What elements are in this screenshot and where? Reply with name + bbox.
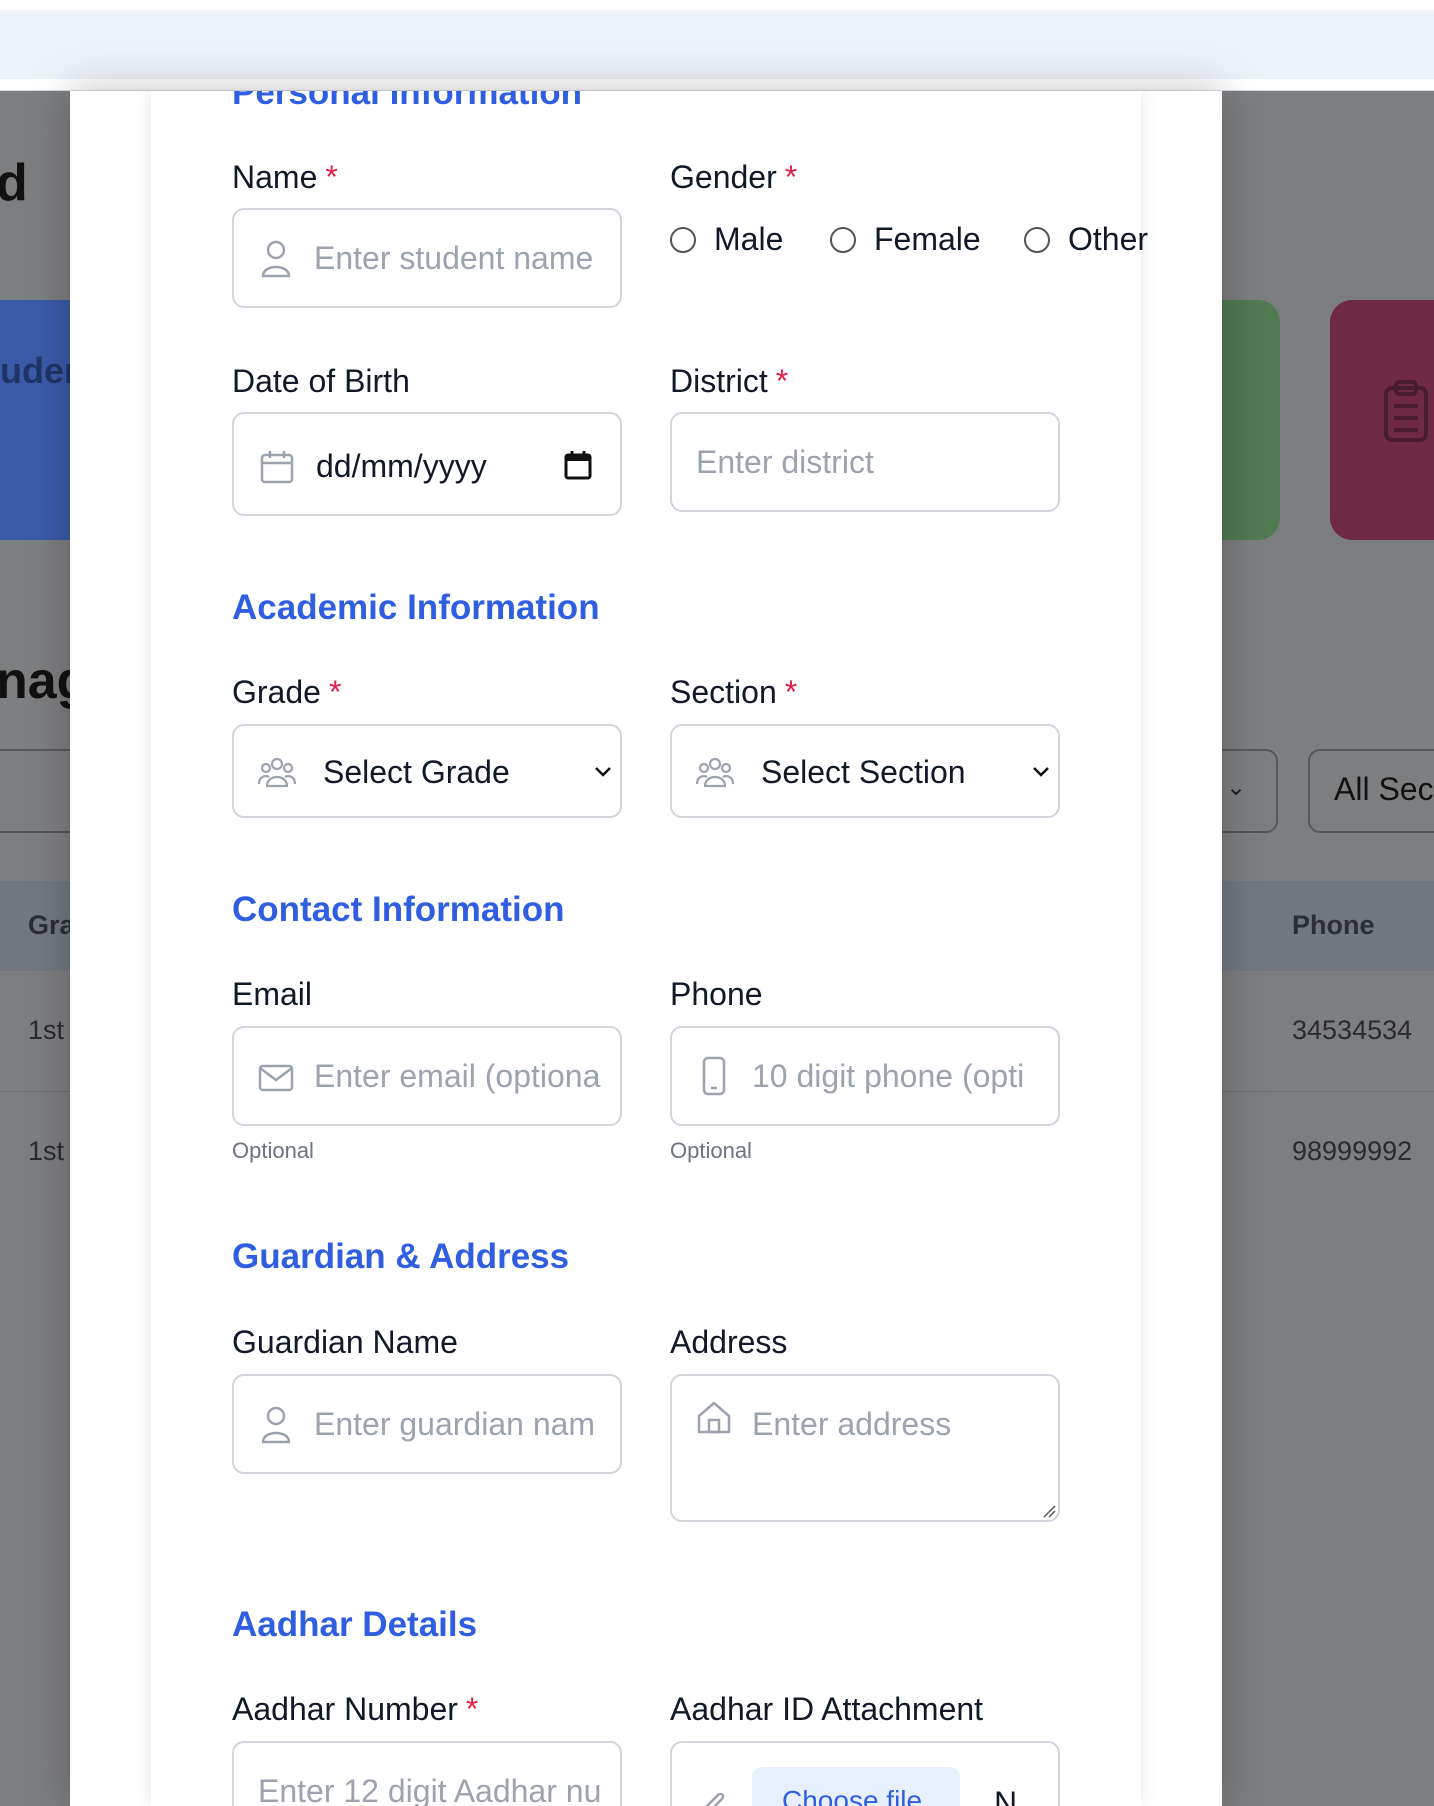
user-icon (261, 1406, 291, 1444)
bg-cell-grade: 1st (28, 1136, 65, 1166)
email-hint: Optional (232, 1138, 314, 1163)
email-placeholder: Enter email (optiona (314, 1058, 601, 1094)
bg-cell-phone: 34534534 (1292, 1015, 1413, 1045)
gender-radio-male[interactable]: Male (670, 221, 783, 258)
phone-icon (702, 1056, 726, 1096)
aadhar-attachment-input[interactable]: Choose file N (670, 1741, 1060, 1806)
section-title-academic: Academic Information (232, 588, 600, 627)
bg-section-filter-label: All Sec (1334, 771, 1434, 807)
address-textarea[interactable]: Enter address (670, 1374, 1060, 1522)
top-bar-inner (0, 10, 1434, 79)
grade-select[interactable]: Select Grade (232, 724, 622, 818)
phone-hint: Optional (670, 1138, 752, 1163)
gender-radio-other[interactable]: Other (1024, 221, 1148, 258)
users-icon (258, 757, 296, 788)
phone-label: Phone (670, 976, 763, 1012)
bg-cell-grade: 1st (28, 1015, 65, 1045)
guardian-name-input[interactable]: Enter guardian nam (232, 1374, 622, 1474)
district-input[interactable]: Enter district (670, 412, 1060, 512)
section-title-guardian: Guardian & Address (232, 1237, 570, 1276)
name-label: Name * (232, 159, 338, 195)
resize-handle-icon[interactable] (1042, 1504, 1056, 1518)
aadhar-number-placeholder: Enter 12 digit Aadhar nu (258, 1773, 602, 1806)
clipboard-icon (1384, 380, 1428, 442)
add-student-modal: Personal Information Name * Enter student… (70, 91, 1222, 1806)
bg-header-phone: Phone (1292, 910, 1375, 940)
grade-select-value: Select Grade (323, 754, 510, 790)
guardian-name-placeholder: Enter guardian nam (314, 1406, 596, 1442)
aadhar-number-input[interactable]: Enter 12 digit Aadhar nu (232, 1741, 622, 1806)
phone-input[interactable]: 10 digit phone (opti (670, 1026, 1060, 1126)
dob-input[interactable]: dd/mm/yyyy (232, 412, 622, 516)
calendar-picker-icon[interactable] (564, 450, 592, 480)
dob-label: Date of Birth (232, 363, 410, 399)
section-title-contact: Contact Information (232, 890, 565, 929)
grade-label: Grade * (232, 674, 342, 710)
bg-page-title: d (0, 154, 28, 212)
section-select[interactable]: Select Section (670, 724, 1060, 818)
bg-stat-label: uder (0, 350, 79, 391)
chevron-down-icon (595, 767, 611, 777)
phone-placeholder: 10 digit phone (opti (752, 1058, 1025, 1094)
address-label: Address (670, 1324, 788, 1360)
guardian-name-label: Guardian Name (232, 1324, 458, 1360)
top-bar (0, 0, 1434, 91)
bg-header-grade: Gra (28, 910, 75, 940)
choose-file-label: Choose file (782, 1785, 923, 1806)
aadhar-attachment-label: Aadhar ID Attachment (670, 1691, 984, 1727)
aadhar-number-label: Aadhar Number * (232, 1691, 479, 1727)
user-icon (261, 240, 291, 278)
gender-radio-female[interactable]: Female (830, 221, 981, 258)
bg-cell-phone: 98999992 (1292, 1136, 1413, 1166)
paperclip-icon (705, 1793, 725, 1806)
district-placeholder: Enter district (696, 444, 874, 480)
dob-value: dd/mm/yyyy (316, 448, 487, 484)
section-title-personal: Personal Information (232, 91, 583, 112)
section-title-aadhar: Aadhar Details (232, 1605, 478, 1644)
student-name-input[interactable]: Enter student name (232, 208, 622, 308)
address-placeholder: Enter address (752, 1406, 952, 1442)
calendar-icon (260, 451, 294, 484)
email-input[interactable]: Enter email (optiona (232, 1026, 622, 1126)
choose-file-button[interactable]: Choose file (752, 1767, 960, 1806)
radio-circle (1024, 226, 1050, 253)
section-label: Section * (670, 674, 798, 710)
chevron-down-icon: ⌄ (1226, 774, 1247, 801)
radio-circle (830, 226, 856, 253)
email-label: Email (232, 976, 313, 1012)
no-file-chosen-text: N (994, 1785, 1018, 1806)
mail-icon (258, 1064, 294, 1092)
chevron-down-icon (1033, 767, 1049, 777)
name-placeholder: Enter student name (314, 240, 594, 276)
bg-stat-card-pink (1330, 300, 1434, 540)
gender-label: Gender * (670, 159, 798, 195)
section-select-value: Select Section (761, 754, 966, 790)
users-icon (696, 757, 734, 788)
bg-section-filter: All Sec (1308, 749, 1434, 833)
home-icon (697, 1401, 731, 1434)
radio-circle (670, 226, 696, 253)
student-form: Personal Information Name * Enter student… (151, 91, 1148, 1806)
district-label: District * (670, 363, 789, 399)
